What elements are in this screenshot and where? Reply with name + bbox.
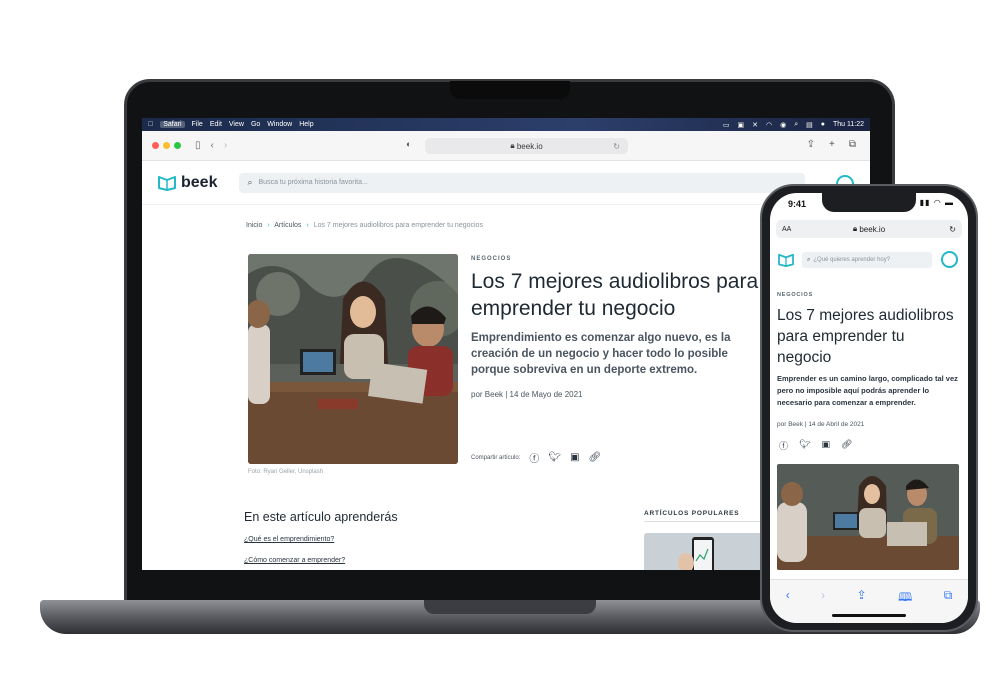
- tab-overview-icon[interactable]: ⧉: [849, 139, 856, 150]
- user-avatar-icon[interactable]: [941, 251, 958, 268]
- phone-article-hero-image: [777, 464, 959, 570]
- back-arrow-icon[interactable]: ‹: [211, 140, 214, 151]
- reader-aa-button[interactable]: AA: [782, 226, 791, 233]
- phone-notch: [822, 193, 916, 212]
- copy-link-icon[interactable]: 🔗︎: [589, 452, 602, 463]
- search-icon: ⌕: [247, 177, 253, 187]
- chevron-right-icon: ›: [267, 222, 270, 229]
- tabs-icon[interactable]: ⧉: [944, 588, 953, 623]
- phone-article-byline: por Beek | 14 de Abril de 2021: [777, 421, 865, 428]
- phone-clock: 9:41: [788, 199, 807, 209]
- breadcrumb-home[interactable]: Inicio: [246, 222, 262, 229]
- menu-view[interactable]: View: [229, 121, 244, 128]
- close-window-button[interactable]: [152, 142, 159, 149]
- phone-status-icons: ▮▮ ◠ ▬: [920, 198, 954, 207]
- maximize-window-button[interactable]: [174, 142, 181, 149]
- menu-file[interactable]: File: [192, 121, 203, 128]
- menubar-clock: Thu 11:22: [832, 121, 864, 128]
- facebook-icon[interactable]: ⓕ: [779, 439, 788, 452]
- laptop-trackpad-notch: [424, 600, 596, 614]
- phone-article-category[interactable]: NEGOCIOS: [777, 292, 813, 298]
- article-hero-image: [248, 254, 458, 464]
- phone-search-input[interactable]: ⌕ ¿Qué quieres aprender hoy?: [802, 252, 932, 268]
- photo-credit: Foto: Ryan Geller, Unsplash: [248, 469, 324, 475]
- phone-article-title: Los 7 mejores audiolibros para emprender…: [777, 307, 954, 366]
- breadcrumb-current: Los 7 mejores audiolibros para emprender…: [313, 222, 483, 229]
- copy-link-icon[interactable]: 🔗︎: [841, 439, 852, 452]
- toc-link-2[interactable]: ¿Cómo comenzar a emprender?: [244, 557, 345, 564]
- apple-icon[interactable]: : [148, 121, 153, 128]
- facebook-icon[interactable]: ⓕ: [529, 450, 539, 465]
- signal-icon: ▮▮: [919, 198, 931, 207]
- chevron-right-icon: ›: [306, 222, 309, 229]
- toc-link-1[interactable]: ¿Qué es el emprendimiento?: [244, 536, 334, 543]
- beek-book-icon[interactable]: [778, 253, 794, 272]
- phone-article-lead: Emprender es un camino largo, complicado…: [777, 374, 958, 407]
- privacy-shield-icon[interactable]: ◐: [406, 139, 411, 149]
- menu-app-name[interactable]: Safari: [160, 121, 185, 128]
- sidebar-toggle-icon[interactable]: ▯: [195, 140, 201, 151]
- linkedin-icon[interactable]: ▣: [570, 452, 579, 463]
- twitter-icon[interactable]: 🐦︎: [799, 439, 810, 452]
- linkedin-icon[interactable]: ▣: [821, 439, 830, 452]
- twitter-icon[interactable]: 🐦︎: [548, 452, 561, 463]
- minimize-window-button[interactable]: [163, 142, 170, 149]
- search-input[interactable]: ⌕ Busca tu próxima historia favorita...: [239, 172, 806, 193]
- beek-logo[interactable]: beek: [158, 174, 217, 192]
- back-arrow-icon[interactable]: ‹: [786, 588, 790, 623]
- menu-window[interactable]: Window: [267, 121, 292, 128]
- address-bar-url: beek.io: [516, 141, 543, 151]
- safari-toolbar: ▯ ‹ › ◐ 🔒︎ beek.io ↻ ⇪ + ⧉: [142, 131, 870, 161]
- search-icon: ⌕: [807, 256, 811, 263]
- new-tab-icon[interactable]: +: [829, 139, 835, 150]
- popular-article-thumbnail[interactable]: [644, 533, 774, 570]
- bookmarks-icon[interactable]: 🕮︎: [898, 588, 912, 623]
- logo-text: beek: [181, 173, 218, 191]
- menu-go[interactable]: Go: [251, 121, 260, 128]
- phone-share-bar: ⓕ 🐦︎ ▣ 🔗︎: [779, 439, 852, 452]
- laptop-camera-notch: [449, 81, 570, 99]
- menu-help[interactable]: Help: [299, 121, 313, 128]
- phone-screen: 9:41 ▮▮ ◠ ▬ AA 🔒︎ beek.io ↻ ⌕ ¿Qué quier…: [770, 193, 968, 623]
- article-byline: por Beek | 14 de Mayo de 2021: [471, 390, 583, 399]
- wifi-icon[interactable]: ◠: [766, 121, 772, 129]
- mute-icon[interactable]: ✕: [752, 121, 758, 129]
- breadcrumb-section[interactable]: Artículos: [274, 222, 301, 229]
- breadcrumb: Inicio › Artículos › Los 7 mejores audio…: [246, 222, 483, 229]
- search-placeholder: Busca tu próxima historia favorita...: [258, 179, 368, 186]
- spotlight-search-icon[interactable]: ⌕: [794, 121, 798, 129]
- forward-arrow-icon[interactable]: ›: [821, 588, 825, 623]
- reload-icon[interactable]: ↻: [949, 225, 956, 234]
- address-bar[interactable]: 🔒︎ beek.io ↻: [425, 138, 628, 154]
- home-indicator: [832, 614, 906, 617]
- article-title: Los 7 mejores audiolibros para emprender…: [471, 270, 759, 320]
- battery-icon: ▬: [945, 198, 954, 207]
- share-icon[interactable]: ⇪: [857, 588, 867, 623]
- phone-address-bar[interactable]: AA 🔒︎ beek.io ↻: [776, 220, 962, 238]
- share-icon[interactable]: ⇪: [807, 139, 815, 150]
- beek-book-icon: [158, 175, 176, 191]
- control-center-icon[interactable]: ▤: [806, 121, 813, 129]
- mac-menubar:  Safari File Edit View Go Window Help ▭…: [142, 118, 870, 131]
- wifi-icon: ◠: [933, 198, 942, 207]
- article-category[interactable]: NEGOCIOS: [471, 256, 511, 262]
- display-icon[interactable]: ▭: [723, 121, 730, 129]
- phone-search-placeholder: ¿Qué quieres aprender hoy?: [813, 257, 891, 263]
- siri-icon[interactable]: ●: [821, 121, 825, 128]
- phone-address-url: beek.io: [859, 224, 886, 234]
- forward-arrow-icon[interactable]: ›: [224, 140, 227, 151]
- user-icon[interactable]: ◉: [780, 121, 786, 129]
- reload-icon[interactable]: ↻: [613, 142, 620, 151]
- share-bar: Compartir artículo: ⓕ 🐦︎ ▣ 🔗︎: [471, 450, 601, 465]
- share-label: Compartir artículo:: [471, 454, 521, 461]
- toc-title: En este artículo aprenderás: [244, 510, 398, 524]
- article-lead: Emprendimiento es comenzar algo nuevo, e…: [471, 332, 731, 376]
- menu-edit[interactable]: Edit: [210, 121, 222, 128]
- status-icon[interactable]: ▣: [737, 121, 744, 129]
- site-header: beek ⌕ Busca tu próxima historia favorit…: [142, 161, 870, 205]
